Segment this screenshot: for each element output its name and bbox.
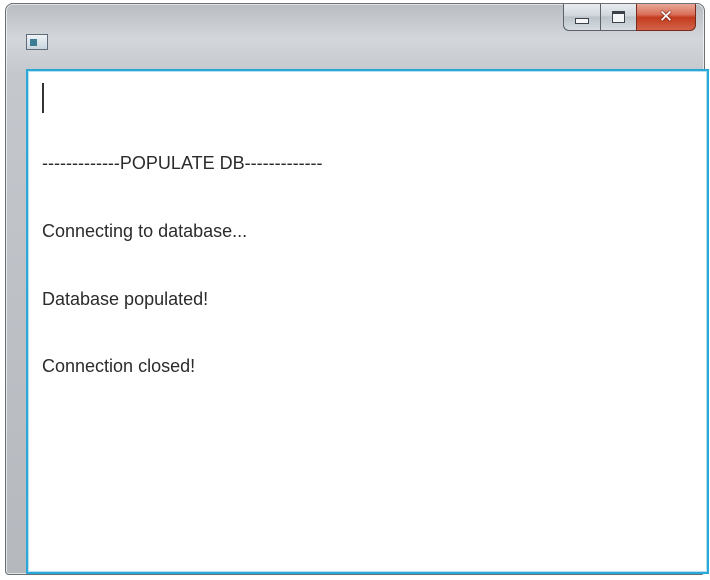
close-icon: ✕ bbox=[658, 6, 674, 27]
title-bar[interactable]: ✕ bbox=[6, 4, 704, 66]
app-icon-pane bbox=[30, 39, 37, 46]
minimize-icon bbox=[575, 18, 589, 24]
maximize-button[interactable] bbox=[600, 4, 636, 31]
app-window: ✕ -------------POPULATE DB------------- … bbox=[5, 3, 709, 575]
log-line-populated: Database populated! bbox=[42, 289, 209, 309]
text-caret bbox=[42, 83, 44, 113]
log-line-connecting: Connecting to database... bbox=[42, 221, 248, 241]
app-window-icon[interactable] bbox=[26, 34, 48, 50]
caption-buttons: ✕ bbox=[563, 4, 696, 32]
output-text-area[interactable]: -------------POPULATE DB------------- Co… bbox=[26, 69, 709, 574]
minimize-button[interactable] bbox=[563, 4, 600, 31]
close-button[interactable]: ✕ bbox=[636, 4, 696, 31]
maximize-icon bbox=[612, 11, 625, 23]
log-line-header: -------------POPULATE DB------------- bbox=[42, 153, 323, 173]
log-line-closed: Connection closed! bbox=[42, 356, 196, 376]
